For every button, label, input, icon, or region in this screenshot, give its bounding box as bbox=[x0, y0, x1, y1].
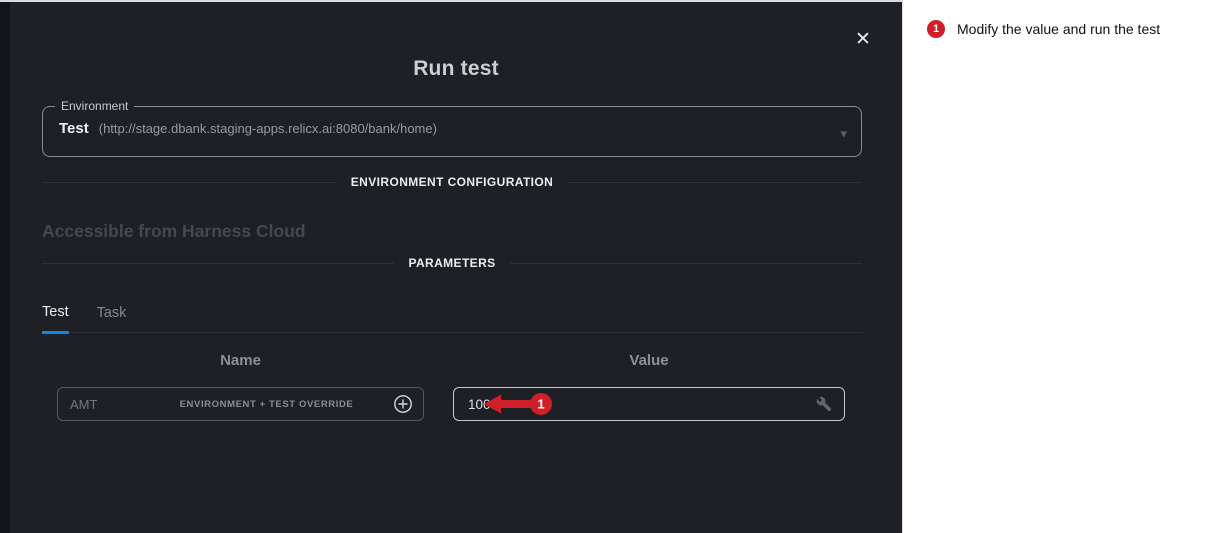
environment-label: Environment bbox=[55, 99, 134, 113]
access-note: Accessible from Harness Cloud bbox=[42, 221, 306, 242]
environment-configuration-heading: ENVIRONMENT CONFIGURATION bbox=[351, 175, 553, 189]
parameters-tabbar: Test Task bbox=[42, 292, 862, 333]
modal-backdrop: Run test ✕ Environment Test (http://stag… bbox=[0, 0, 902, 533]
column-header-value: Value bbox=[453, 352, 845, 369]
environment-configuration-divider: ENVIRONMENT CONFIGURATION bbox=[42, 172, 862, 192]
dialog-title: Run test bbox=[10, 57, 902, 81]
tab-test[interactable]: Test bbox=[42, 304, 69, 334]
wrench-icon[interactable] bbox=[816, 396, 832, 412]
page: Run test ✕ Environment Test (http://stag… bbox=[0, 0, 1222, 533]
parameter-name-field: ENVIRONMENT + TEST OVERRIDE bbox=[57, 387, 424, 421]
step-text: Modify the value and run the test bbox=[957, 20, 1160, 39]
chevron-down-icon: ▾ bbox=[840, 126, 847, 142]
run-test-dialog: Run test ✕ Environment Test (http://stag… bbox=[10, 2, 902, 533]
step-number-badge: 1 bbox=[927, 20, 945, 38]
environment-selected-option[interactable]: Test (http://stage.dbank.staging-apps.re… bbox=[43, 113, 861, 137]
parameter-value-field bbox=[453, 387, 845, 421]
parameters-divider: PARAMETERS bbox=[42, 253, 862, 273]
close-icon[interactable]: ✕ bbox=[850, 27, 876, 53]
override-badge: ENVIRONMENT + TEST OVERRIDE bbox=[140, 399, 393, 410]
parameter-name-input[interactable] bbox=[70, 397, 140, 412]
divider-line bbox=[42, 182, 337, 183]
annotation-panel: 1 Modify the value and run the test bbox=[902, 0, 1222, 533]
divider-line bbox=[42, 263, 394, 264]
environment-name: Test bbox=[59, 120, 89, 137]
environment-url: (http://stage.dbank.staging-apps.relicx.… bbox=[99, 121, 437, 136]
add-parameter-icon[interactable] bbox=[393, 394, 413, 414]
divider-line bbox=[510, 263, 862, 264]
parameter-value-input[interactable] bbox=[468, 397, 816, 412]
tab-task[interactable]: Task bbox=[97, 305, 127, 332]
environment-select[interactable]: Environment Test (http://stage.dbank.sta… bbox=[42, 99, 862, 157]
annotation-step: 1 Modify the value and run the test bbox=[903, 0, 1222, 39]
parameters-heading: PARAMETERS bbox=[408, 256, 495, 270]
divider-line bbox=[567, 182, 862, 183]
column-header-name: Name bbox=[57, 352, 424, 369]
